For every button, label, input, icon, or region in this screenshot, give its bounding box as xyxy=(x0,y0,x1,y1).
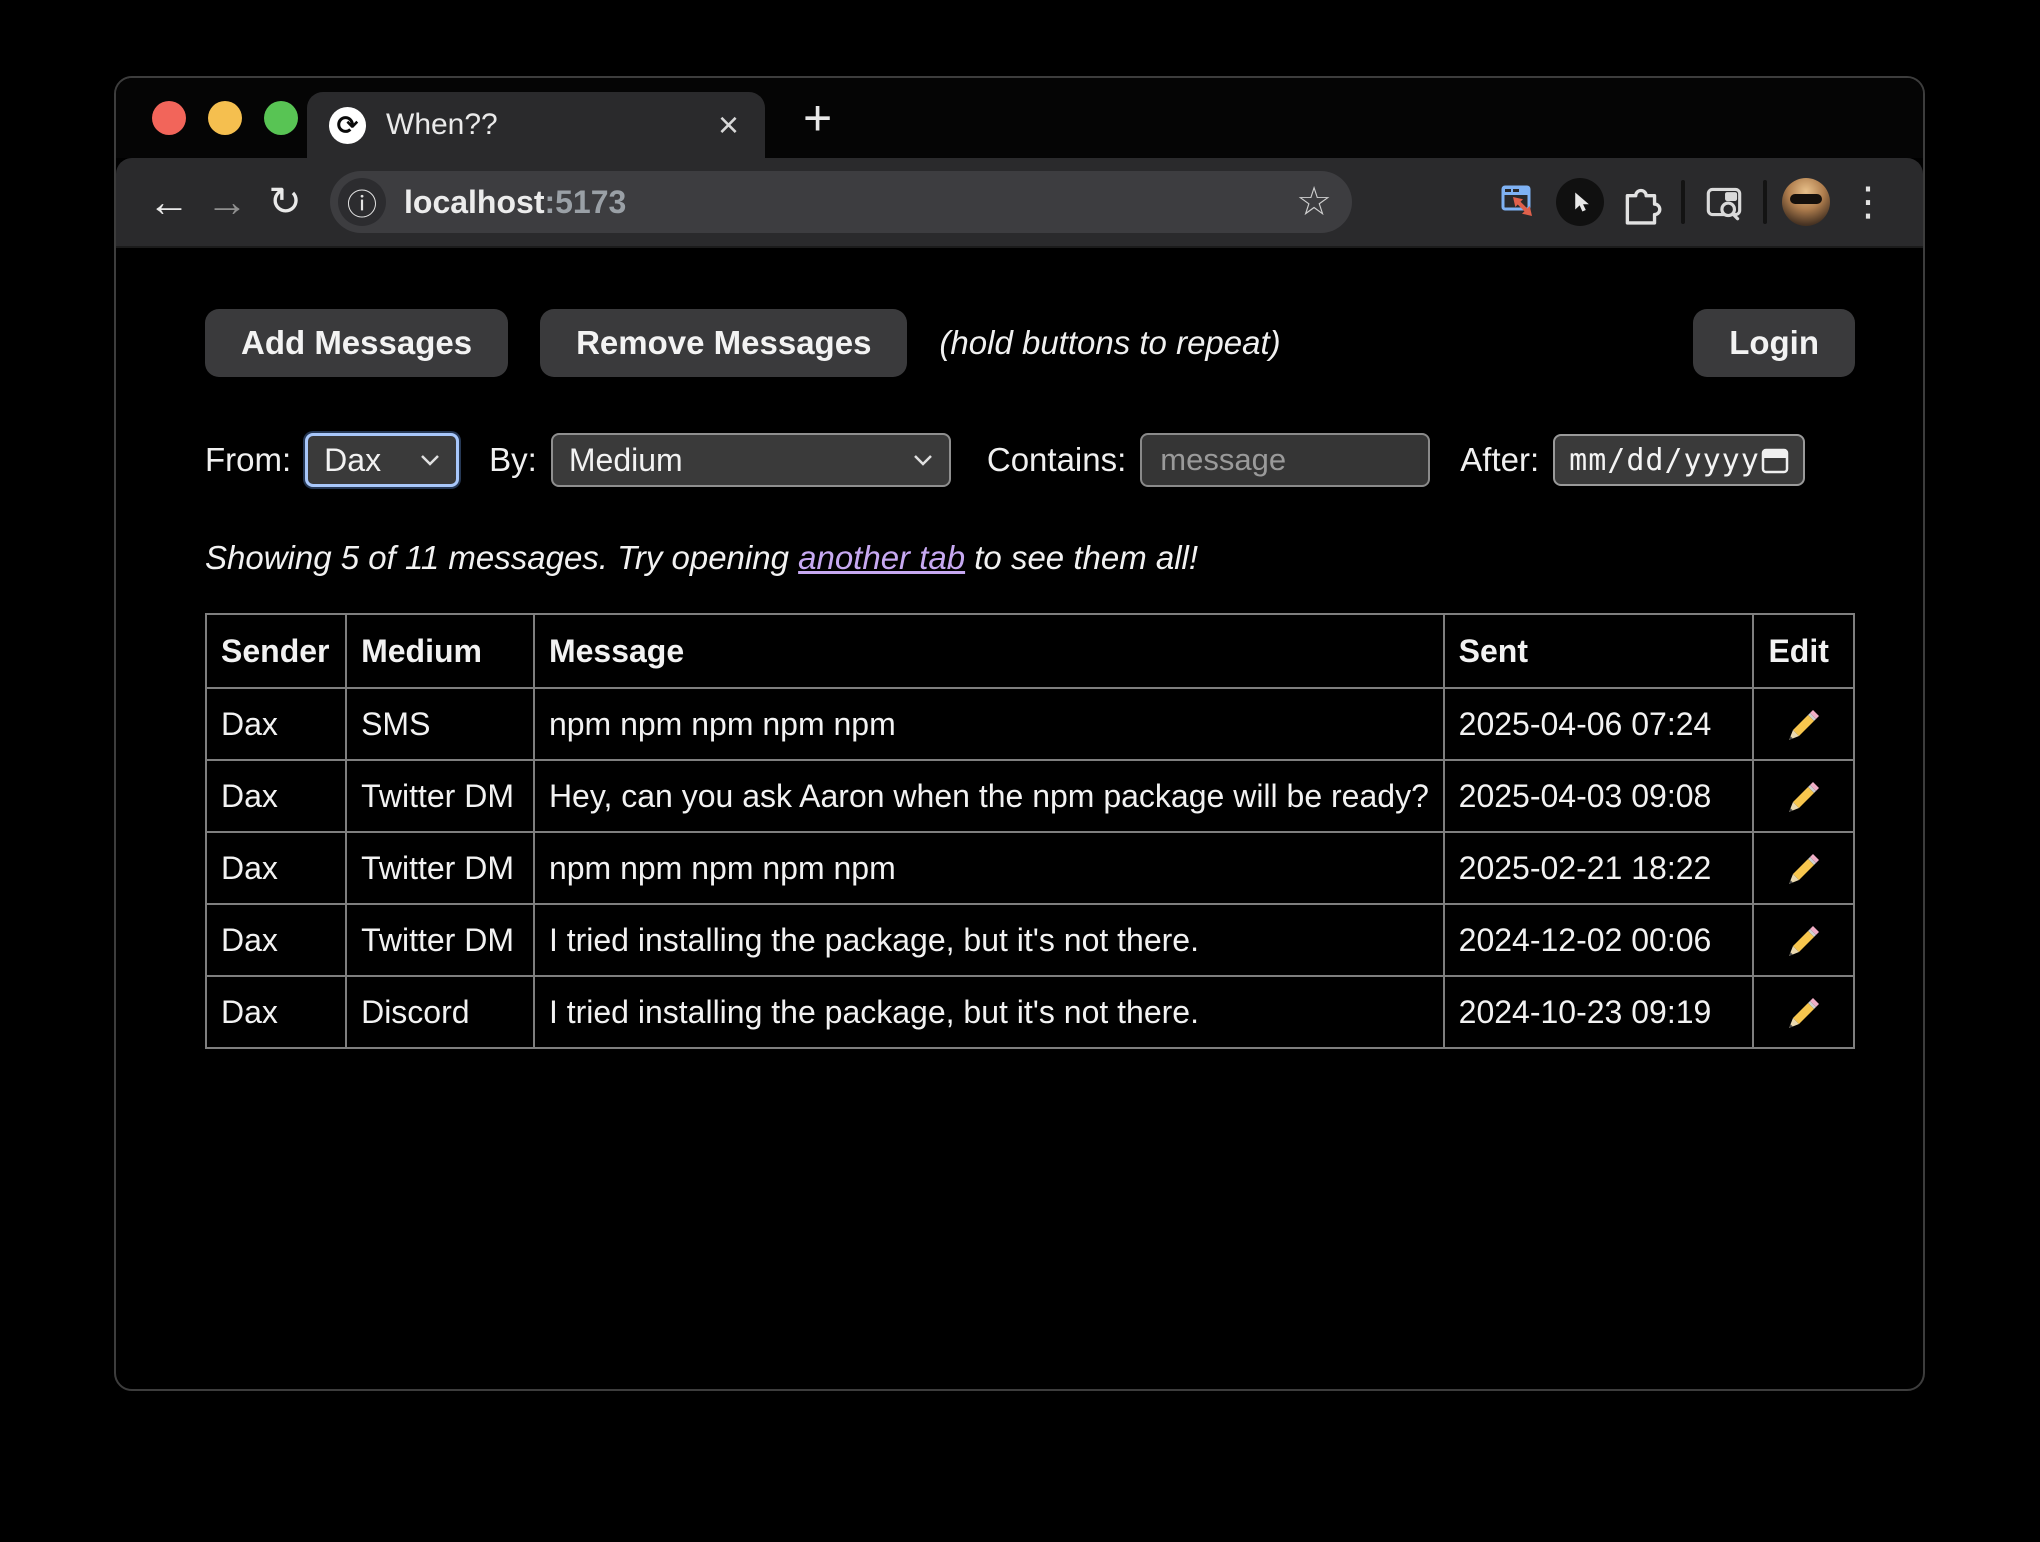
hold-buttons-hint: (hold buttons to repeat) xyxy=(939,324,1280,362)
avatar xyxy=(1782,178,1830,226)
window-controls xyxy=(152,101,298,135)
site-info-icon[interactable]: ⓘ xyxy=(338,178,386,226)
forward-button[interactable]: → xyxy=(198,181,256,223)
zoom-window-button[interactable] xyxy=(264,101,298,135)
calendar-icon[interactable] xyxy=(1760,444,1790,476)
edit-button[interactable] xyxy=(1753,976,1854,1048)
by-label: By: xyxy=(489,441,537,479)
cell-medium: Twitter DM xyxy=(346,904,534,976)
cell-sent: 2025-04-03 09:08 xyxy=(1444,760,1754,832)
col-header-sent: Sent xyxy=(1444,614,1754,688)
cell-medium: Twitter DM xyxy=(346,832,534,904)
profile-avatar[interactable] xyxy=(1775,178,1837,226)
page-content: Add Messages Remove Messages (hold butto… xyxy=(116,248,1923,1049)
table-row: DaxTwitter DMnpm npm npm npm npm2025-02-… xyxy=(206,832,1854,904)
cell-medium: SMS xyxy=(346,688,534,760)
site-favicon-icon: ⟳ xyxy=(329,107,366,144)
cell-sender: Dax xyxy=(206,760,346,832)
status-message: Showing 5 of 11 messages. Try opening an… xyxy=(205,539,1855,577)
date-placeholder: mm/dd/yyyy xyxy=(1569,443,1760,478)
cell-sent: 2025-02-21 18:22 xyxy=(1444,832,1754,904)
back-button[interactable]: ← xyxy=(140,181,198,223)
pencil-icon xyxy=(1786,707,1822,743)
browser-window: ⟳ When?? × + ← → ↻ ⓘ localhost:5173 ☆ xyxy=(114,76,1925,1391)
browser-tab[interactable]: ⟳ When?? × xyxy=(307,92,765,158)
login-button[interactable]: Login xyxy=(1693,309,1855,377)
col-header-medium: Medium xyxy=(346,614,534,688)
address-bar[interactable]: ⓘ localhost:5173 ☆ xyxy=(330,171,1352,233)
cell-message: I tried installing the package, but it's… xyxy=(534,904,1444,976)
cell-sender: Dax xyxy=(206,688,346,760)
pencil-icon xyxy=(1786,995,1822,1031)
toolbar-separator xyxy=(1763,180,1767,224)
cell-sender: Dax xyxy=(206,832,346,904)
tab-strip: ⟳ When?? × + xyxy=(116,78,1923,158)
add-messages-button[interactable]: Add Messages xyxy=(205,309,508,377)
col-header-edit: Edit xyxy=(1753,614,1854,688)
edit-button[interactable] xyxy=(1753,760,1854,832)
cell-message: I tried installing the package, but it's… xyxy=(534,976,1444,1048)
close-window-button[interactable] xyxy=(152,101,186,135)
pencil-icon xyxy=(1786,923,1822,959)
window-resize-extension-icon[interactable] xyxy=(1487,179,1549,225)
table-row: DaxSMSnpm npm npm npm npm2025-04-06 07:2… xyxy=(206,688,1854,760)
cell-message: npm npm npm npm npm xyxy=(534,832,1444,904)
messages-table: Sender Medium Message Sent Edit DaxSMSnp… xyxy=(205,613,1855,1049)
cell-sender: Dax xyxy=(206,904,346,976)
bookmark-star-icon[interactable]: ☆ xyxy=(1296,182,1332,222)
extensions-puzzle-icon[interactable] xyxy=(1611,179,1673,225)
by-select-value: Medium xyxy=(569,442,683,479)
new-tab-button[interactable]: + xyxy=(803,93,832,143)
contains-label: Contains: xyxy=(987,441,1126,479)
browser-toolbar: ← → ↻ ⓘ localhost:5173 ☆ xyxy=(116,158,1923,248)
table-row: DaxDiscordI tried installing the package… xyxy=(206,976,1854,1048)
from-select[interactable]: Dax xyxy=(305,433,459,487)
pencil-icon xyxy=(1786,851,1822,887)
search-panel-icon[interactable] xyxy=(1693,179,1755,225)
edit-button[interactable] xyxy=(1753,688,1854,760)
another-tab-link[interactable]: another tab xyxy=(798,539,965,576)
cell-sent: 2024-12-02 00:06 xyxy=(1444,904,1754,976)
table-row: DaxTwitter DMHey, can you ask Aaron when… xyxy=(206,760,1854,832)
cell-medium: Discord xyxy=(346,976,534,1048)
toolbar-icons: ⋮ xyxy=(1487,178,1899,226)
cell-sent: 2024-10-23 09:19 xyxy=(1444,976,1754,1048)
tab-title: When?? xyxy=(386,108,498,142)
remove-messages-button[interactable]: Remove Messages xyxy=(540,309,907,377)
cursor-icon xyxy=(1556,178,1604,226)
cursor-extension-icon[interactable] xyxy=(1549,178,1611,226)
url-text: localhost:5173 xyxy=(404,184,626,221)
toolbar-separator xyxy=(1681,180,1685,224)
tab-close-icon[interactable]: × xyxy=(718,107,739,143)
edit-button[interactable] xyxy=(1753,904,1854,976)
actions-row: Add Messages Remove Messages (hold butto… xyxy=(205,309,1855,377)
from-label: From: xyxy=(205,441,291,479)
col-header-sender: Sender xyxy=(206,614,346,688)
cell-medium: Twitter DM xyxy=(346,760,534,832)
cell-sender: Dax xyxy=(206,976,346,1048)
from-select-value: Dax xyxy=(324,442,381,479)
cell-sent: 2025-04-06 07:24 xyxy=(1444,688,1754,760)
cell-message: Hey, can you ask Aaron when the npm pack… xyxy=(534,760,1444,832)
col-header-message: Message xyxy=(534,614,1444,688)
edit-button[interactable] xyxy=(1753,832,1854,904)
table-row: DaxTwitter DMI tried installing the pack… xyxy=(206,904,1854,976)
by-select[interactable]: Medium xyxy=(551,433,951,487)
pencil-icon xyxy=(1786,779,1822,815)
reload-button[interactable]: ↻ xyxy=(256,182,314,222)
table-header-row: Sender Medium Message Sent Edit xyxy=(206,614,1854,688)
chevron-down-icon xyxy=(420,454,440,466)
minimize-window-button[interactable] xyxy=(208,101,242,135)
filters-row: From: Dax By: Medium Contains: xyxy=(205,433,1855,487)
after-label: After: xyxy=(1460,441,1539,479)
contains-input[interactable] xyxy=(1140,433,1430,487)
cell-message: npm npm npm npm npm xyxy=(534,688,1444,760)
chevron-down-icon xyxy=(913,454,933,466)
browser-menu-button[interactable]: ⋮ xyxy=(1837,182,1899,222)
after-date-input[interactable]: mm/dd/yyyy xyxy=(1553,434,1805,486)
